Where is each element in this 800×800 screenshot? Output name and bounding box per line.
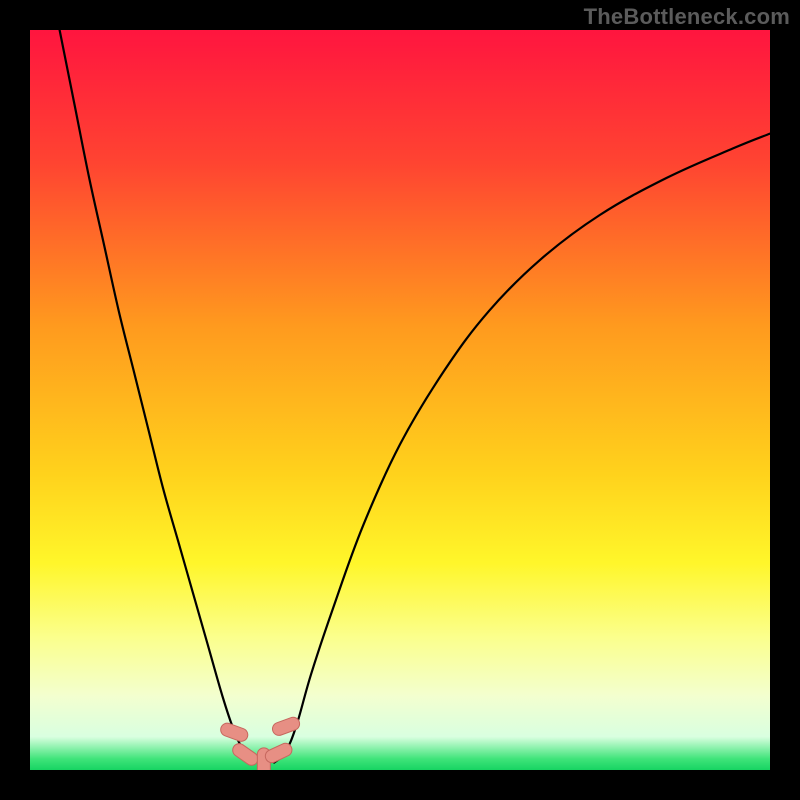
chart-svg [30,30,770,770]
plot-area [30,30,770,770]
chart-outer-frame: TheBottleneck.com [0,0,800,800]
watermark-text: TheBottleneck.com [584,4,790,30]
